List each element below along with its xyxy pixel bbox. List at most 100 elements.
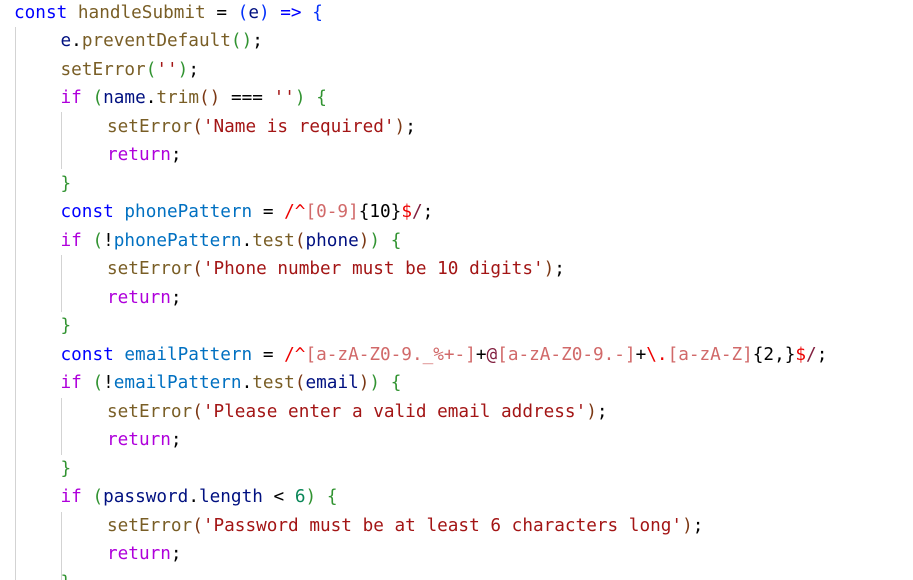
- indent-guide: [61, 112, 62, 169]
- code-token-op: [82, 487, 93, 507]
- code-token-op: .: [241, 373, 253, 393]
- code-token-regex-quant: +: [635, 344, 647, 365]
- code-token-regex-class: [a-zA-Z0-9._%+-]: [305, 344, 476, 365]
- code-token-op: [270, 3, 281, 23]
- code-token-op: [316, 487, 327, 507]
- code-line: }: [61, 455, 72, 484]
- code-token-op: !: [103, 230, 114, 251]
- code-token-op: !: [103, 373, 114, 393]
- code-token-fn: test: [252, 373, 295, 393]
- code-line: const handleSubmit = (e) => {: [14, 0, 323, 27]
- code-token-b1: {: [312, 2, 323, 23]
- code-token-op: [302, 3, 313, 23]
- code-token-ctrl: return: [107, 430, 171, 450]
- code-token-ctrl: if: [60, 487, 82, 507]
- code-token-op: ;: [170, 287, 182, 308]
- code-token-b2: (: [230, 31, 242, 51]
- code-line: const emailPattern = /^[a-zA-Z0-9._%+-]+…: [61, 341, 828, 370]
- code-line: if (name.trim() === '') {: [61, 84, 327, 113]
- code-token-regex-class: [a-zA-Z0-9.-]: [497, 344, 636, 365]
- code-token-op: .: [145, 88, 157, 108]
- code-token-b2: {: [326, 487, 338, 507]
- code-token-regex: /: [411, 202, 423, 222]
- code-token-b3: ): [394, 116, 406, 137]
- code-token-regex-class: [a-zA-Z]: [667, 344, 753, 365]
- code-token-var: phone: [305, 230, 359, 251]
- code-token-op: [82, 88, 93, 108]
- code-token-b3: (: [192, 259, 203, 279]
- code-token-b2: ): [177, 59, 189, 80]
- indent-guide: [15, 27, 16, 580]
- code-token-op: [114, 202, 125, 222]
- code-token-b2: {: [316, 88, 327, 108]
- code-token-ctrl: if: [60, 88, 82, 108]
- code-line: if (!phonePattern.test(phone)) {: [61, 227, 402, 256]
- code-token-regex-quant: {10}: [358, 202, 402, 222]
- code-token-fn: setError: [60, 59, 146, 80]
- code-token-b2: }: [61, 573, 72, 580]
- code-token-kw: =>: [280, 2, 302, 23]
- code-token-regex-anchor: \.: [646, 344, 668, 365]
- code-token-op: ;: [692, 515, 704, 536]
- code-token-regex-class: [0-9]: [305, 202, 359, 222]
- code-token-num: 6: [294, 487, 306, 507]
- code-token-op: ;: [170, 145, 182, 165]
- code-token-op: ;: [252, 31, 263, 51]
- code-token-op: [67, 3, 78, 23]
- indent-guide: [61, 512, 62, 580]
- code-token-b2: ): [369, 230, 381, 251]
- code-line: setError('Name is required');: [107, 113, 416, 142]
- code-token-fn: trim: [156, 88, 199, 108]
- code-token-b3: ): [543, 259, 555, 279]
- code-token-op: ;: [170, 430, 182, 450]
- code-token-b2: ): [241, 31, 253, 51]
- code-token-op: ;: [554, 259, 565, 279]
- code-line: const phonePattern = /^[0-9]{10}$/;: [61, 198, 434, 227]
- code-token-const: phonePattern: [124, 202, 253, 222]
- code-token-b1: ): [258, 2, 270, 23]
- code-token-op: <: [262, 487, 295, 507]
- code-token-op: =: [252, 344, 285, 365]
- code-token-b2: (: [92, 373, 104, 393]
- code-token-regex-quant: +: [475, 344, 487, 365]
- code-token-b2: (: [92, 88, 104, 108]
- code-token-b3: ): [209, 88, 221, 108]
- code-token-op: ;: [170, 544, 182, 564]
- code-token-var: password: [103, 487, 189, 507]
- code-line: }: [61, 170, 72, 199]
- code-token-b2: }: [60, 458, 72, 479]
- code-token-b2: }: [60, 316, 72, 336]
- code-line: setError('Phone number must be 10 digits…: [107, 255, 565, 284]
- code-editor[interactable]: const handleSubmit = (e) => {e.preventDe…: [0, 0, 913, 580]
- code-token-op: [114, 345, 125, 365]
- code-token-op: [380, 231, 391, 251]
- code-token-b2: }: [60, 173, 72, 194]
- code-token-const: emailPattern: [113, 373, 242, 393]
- code-token-fn: setError: [107, 515, 193, 536]
- code-line: setError('Password must be at least 6 ch…: [107, 512, 703, 541]
- code-token-op: ;: [422, 202, 434, 222]
- code-line: if (!emailPattern.test(email)) {: [61, 369, 402, 398]
- indent-guide: [61, 255, 62, 312]
- indent-guide: [61, 398, 62, 455]
- code-line: if (password.length < 6) {: [61, 483, 338, 512]
- code-token-op: ;: [596, 401, 608, 422]
- code-token-fn: test: [252, 230, 295, 251]
- code-token-regex: /: [806, 344, 817, 365]
- code-line: }: [61, 569, 72, 580]
- code-token-str: 'Name is required': [202, 116, 395, 137]
- code-token-str: 'Password must be at least 6 characters …: [202, 515, 683, 536]
- code-token-ctrl: return: [107, 544, 171, 564]
- code-line: }: [61, 312, 72, 341]
- code-token-ctrl: if: [60, 373, 82, 393]
- code-token-b2: {: [390, 373, 402, 393]
- code-token-op: .: [188, 487, 199, 507]
- code-token-fn: setError: [107, 259, 193, 279]
- code-token-b3: (: [294, 230, 306, 251]
- code-token-op: .: [71, 31, 82, 51]
- code-token-kw: const: [60, 344, 114, 365]
- code-token-const: emailPattern: [124, 344, 253, 365]
- code-token-regex-anchor: /^: [284, 202, 306, 222]
- code-token-regex-anchor: $: [401, 202, 412, 222]
- code-token-b2: (: [145, 59, 157, 80]
